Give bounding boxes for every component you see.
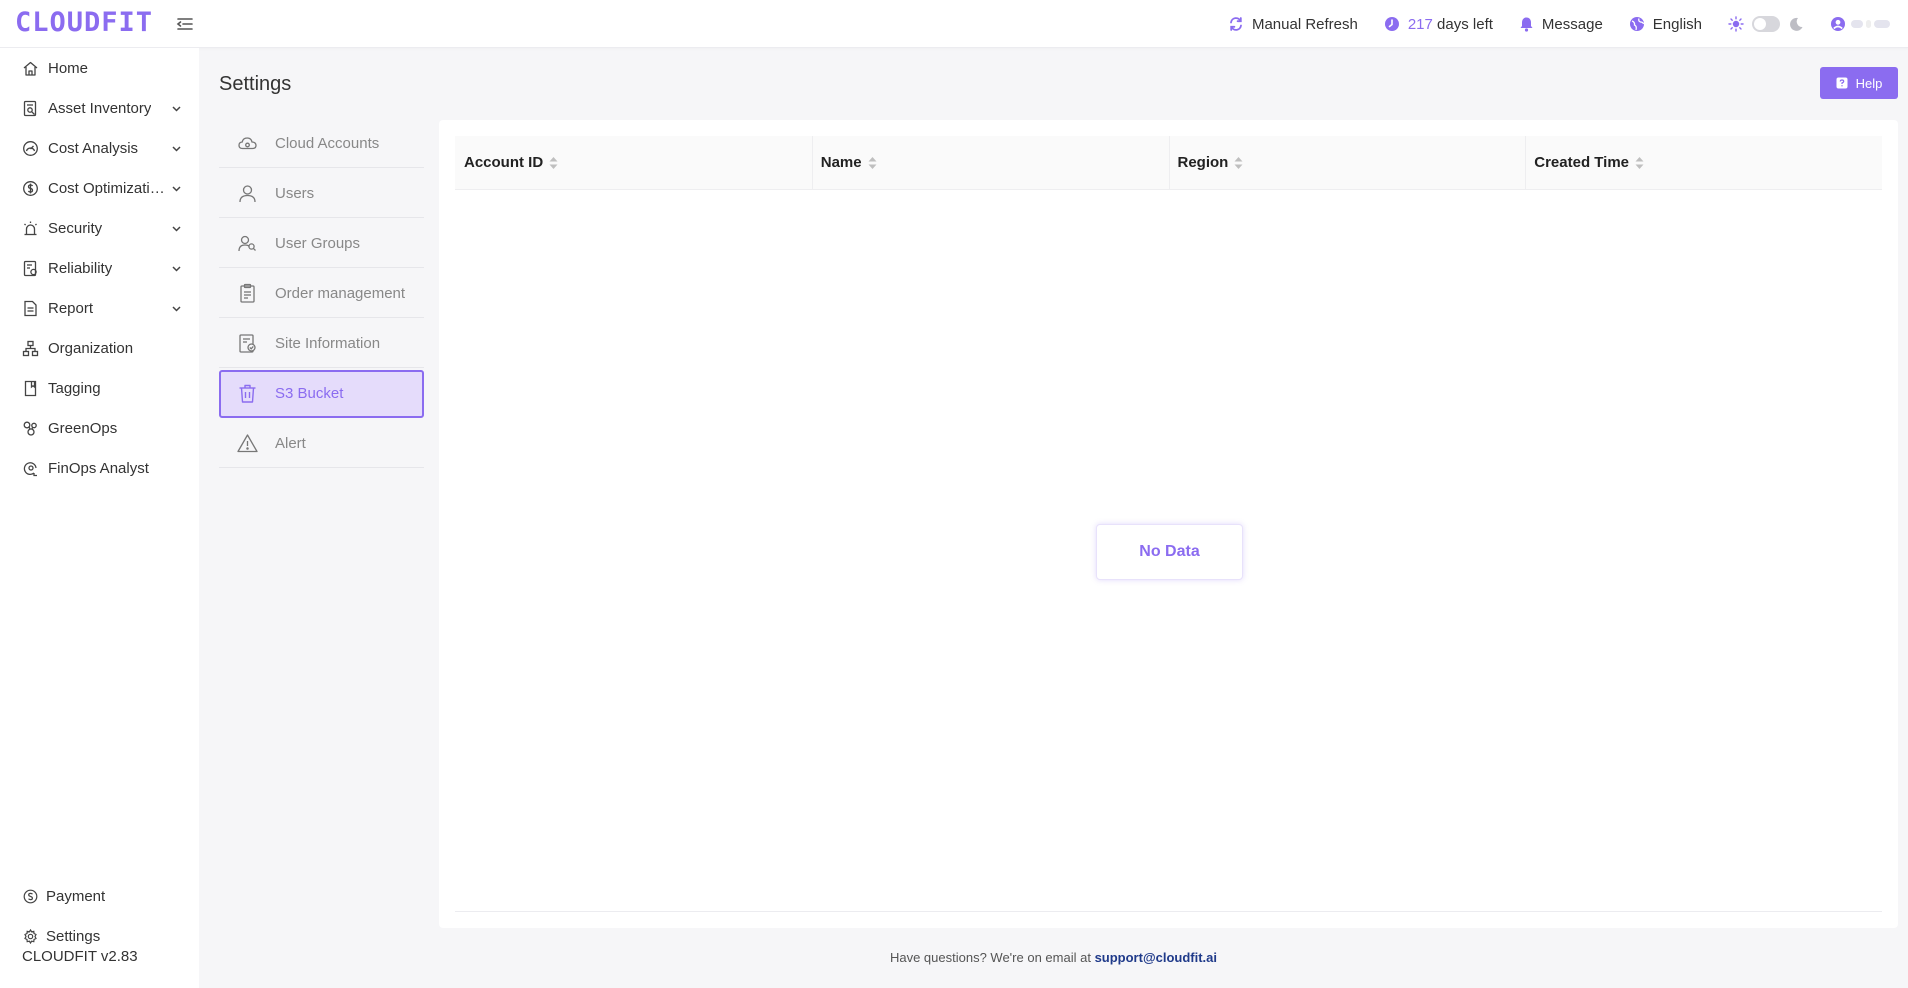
language-selector[interactable]: English (1629, 16, 1702, 33)
logo[interactable]: CLOUDFIT (15, 9, 153, 37)
app-version: CLOUDFIT v2.83 (22, 948, 138, 965)
alarm-icon (22, 220, 39, 237)
globe-icon (1629, 16, 1645, 32)
chevron-down-icon (171, 183, 182, 194)
bell-icon (1519, 16, 1534, 32)
sun-icon (1728, 16, 1744, 32)
table-bottom-divider (455, 911, 1882, 912)
column-created-time[interactable]: Created Time (1525, 136, 1882, 190)
refresh-icon (1228, 16, 1244, 32)
sidebar-item-reliability[interactable]: Reliability (0, 248, 199, 288)
help-icon (1836, 77, 1848, 89)
chevron-down-icon (171, 223, 182, 234)
theme-switch[interactable] (1752, 16, 1780, 32)
sort-icon[interactable] (1635, 156, 1644, 170)
settings-item-s3-bucket[interactable]: S3 Bucket (219, 370, 424, 418)
footer-text: Have questions? We're on email at (889, 950, 1091, 965)
moon-icon (1788, 16, 1804, 32)
sidebar-item-asset-inventory[interactable]: Asset Inventory (0, 88, 199, 128)
chevron-down-icon (171, 143, 182, 154)
site-info-icon (237, 333, 258, 354)
message-label: Message (1541, 15, 1603, 33)
support-email-link[interactable]: support@cloudfit.ai (1095, 950, 1217, 965)
manual-refresh-label: Manual Refresh (1251, 15, 1358, 33)
days-count: 217 (1407, 15, 1433, 33)
page-title: Settings (219, 73, 292, 95)
user-group-icon (237, 233, 258, 254)
sidebar: Home Asset Inventory Cost Analysis Cost … (0, 48, 199, 988)
top-bar: CLOUDFIT Manual Refresh 217 days left Me… (0, 0, 1908, 48)
gauge-icon (22, 140, 39, 157)
reliability-icon (22, 260, 39, 277)
settings-item-site-information[interactable]: Site Information (219, 320, 424, 368)
bucket-icon (237, 383, 258, 404)
sidebar-item-cost-optimization[interactable]: Cost Optimization (0, 168, 199, 208)
cloud-icon (237, 133, 258, 154)
avatar-icon (1830, 16, 1846, 32)
analyst-icon (22, 460, 39, 477)
sort-icon[interactable] (549, 156, 558, 170)
user-icon (237, 183, 258, 204)
sidebar-item-tagging[interactable]: Tagging (0, 368, 199, 408)
tag-icon (22, 380, 39, 397)
language-label: English (1652, 15, 1702, 33)
sidebar-item-greenops[interactable]: GreenOps (0, 408, 199, 448)
home-icon (22, 60, 39, 77)
column-region[interactable]: Region (1168, 136, 1526, 190)
sort-icon[interactable] (868, 156, 877, 170)
org-icon (22, 340, 39, 357)
payment-icon (23, 889, 38, 904)
column-name[interactable]: Name (811, 136, 1169, 190)
report-icon (22, 300, 39, 317)
manual-refresh-button[interactable]: Manual Refresh (1228, 16, 1358, 33)
sidebar-item-security[interactable]: Security (0, 208, 199, 248)
trial-days-indicator[interactable]: 217 days left (1384, 16, 1493, 33)
chevron-down-icon (171, 303, 182, 314)
clock-icon (1384, 16, 1400, 32)
sidebar-item-organization[interactable]: Organization (0, 328, 199, 368)
clipboard-icon (237, 283, 258, 304)
empty-state: No Data (1096, 524, 1243, 580)
sidebar-item-cost-analysis[interactable]: Cost Analysis (0, 128, 199, 168)
inventory-icon (22, 100, 39, 117)
menu-toggle-icon[interactable] (174, 13, 196, 35)
table-header: Account ID Name Region Created Time (455, 136, 1882, 190)
chevron-down-icon (171, 103, 182, 114)
sort-icon[interactable] (1234, 156, 1243, 170)
sidebar-item-home[interactable]: Home (0, 48, 199, 88)
warning-icon (237, 433, 258, 454)
top-actions: Manual Refresh 217 days left Message Eng… (1228, 0, 1890, 48)
settings-item-users[interactable]: Users (219, 170, 424, 218)
settings-item-order-management[interactable]: Order management (219, 270, 424, 318)
leaf-icon (22, 420, 39, 437)
help-label: Help (1855, 75, 1883, 91)
dollar-icon (22, 180, 39, 197)
sidebar-item-report[interactable]: Report (0, 288, 199, 328)
sidebar-item-finops-analyst[interactable]: FinOps Analyst (0, 448, 199, 488)
help-button[interactable]: Help (1820, 67, 1898, 99)
settings-item-alert[interactable]: Alert (219, 420, 424, 468)
message-button[interactable]: Message (1519, 16, 1603, 33)
user-name-redacted (1851, 20, 1890, 28)
footer: Have questions? We're on email at suppor… (199, 950, 1908, 965)
gear-icon (23, 929, 38, 944)
chevron-down-icon (171, 263, 182, 274)
theme-toggle-group (1728, 16, 1804, 32)
sidebar-item-payment[interactable]: Payment (0, 876, 199, 916)
user-menu[interactable] (1830, 16, 1890, 32)
settings-item-user-groups[interactable]: User Groups (219, 220, 424, 268)
column-account-id[interactable]: Account ID (455, 136, 812, 189)
settings-item-cloud-accounts[interactable]: Cloud Accounts (219, 120, 424, 168)
days-suffix: days left (1437, 15, 1493, 33)
